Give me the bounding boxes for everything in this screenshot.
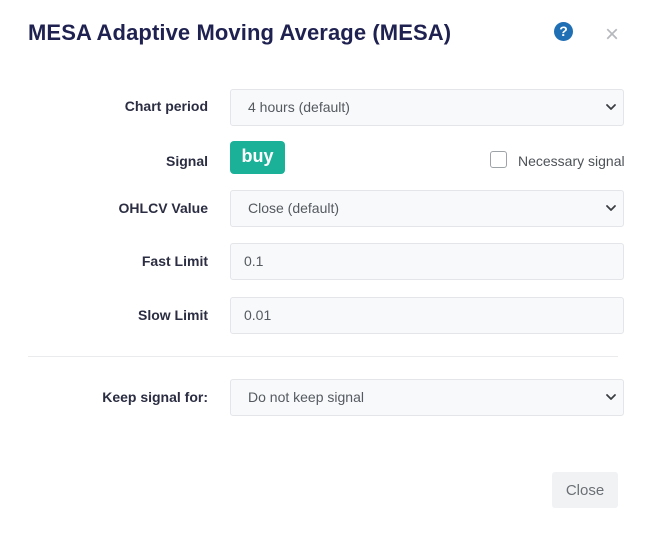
fast-limit-value: 0.1 — [244, 253, 264, 269]
slow-limit-value: 0.01 — [244, 307, 272, 323]
section-divider — [28, 356, 618, 357]
close-button[interactable]: Close — [552, 472, 618, 508]
chevron-down-icon — [606, 104, 616, 110]
slow-limit-input[interactable]: 0.01 — [230, 297, 624, 334]
fast-limit-input[interactable]: 0.1 — [230, 243, 624, 280]
buy-signal-badge[interactable]: buy — [230, 141, 285, 174]
mesa-settings-dialog: MESA Adaptive Moving Average (MESA) ? × … — [0, 0, 647, 537]
necessary-signal-checkbox[interactable] — [490, 151, 507, 168]
necessary-signal-label[interactable]: Necessary signal — [518, 153, 625, 169]
close-icon[interactable]: × — [603, 23, 621, 47]
ohlcv-value-select[interactable]: Close (default) — [230, 190, 624, 227]
slow-limit-label: Slow Limit — [138, 307, 208, 323]
chart-period-select[interactable]: 4 hours (default) — [230, 89, 624, 126]
ohlcv-value-label: OHLCV Value — [118, 200, 208, 216]
keep-signal-label: Keep signal for: — [102, 389, 208, 405]
keep-signal-value: Do not keep signal — [248, 389, 364, 405]
chevron-down-icon — [606, 205, 616, 211]
question-circle-icon[interactable]: ? — [554, 22, 573, 41]
fast-limit-label: Fast Limit — [141, 253, 208, 269]
chart-period-value: 4 hours (default) — [248, 99, 350, 115]
ohlcv-value-value: Close (default) — [248, 200, 340, 216]
chart-period-label: Chart period — [124, 98, 208, 114]
signal-label: Signal — [165, 153, 208, 169]
dialog-title: MESA Adaptive Moving Average (MESA) — [28, 20, 452, 45]
keep-signal-select[interactable]: Do not keep signal — [230, 379, 624, 416]
chevron-down-icon — [606, 394, 616, 400]
